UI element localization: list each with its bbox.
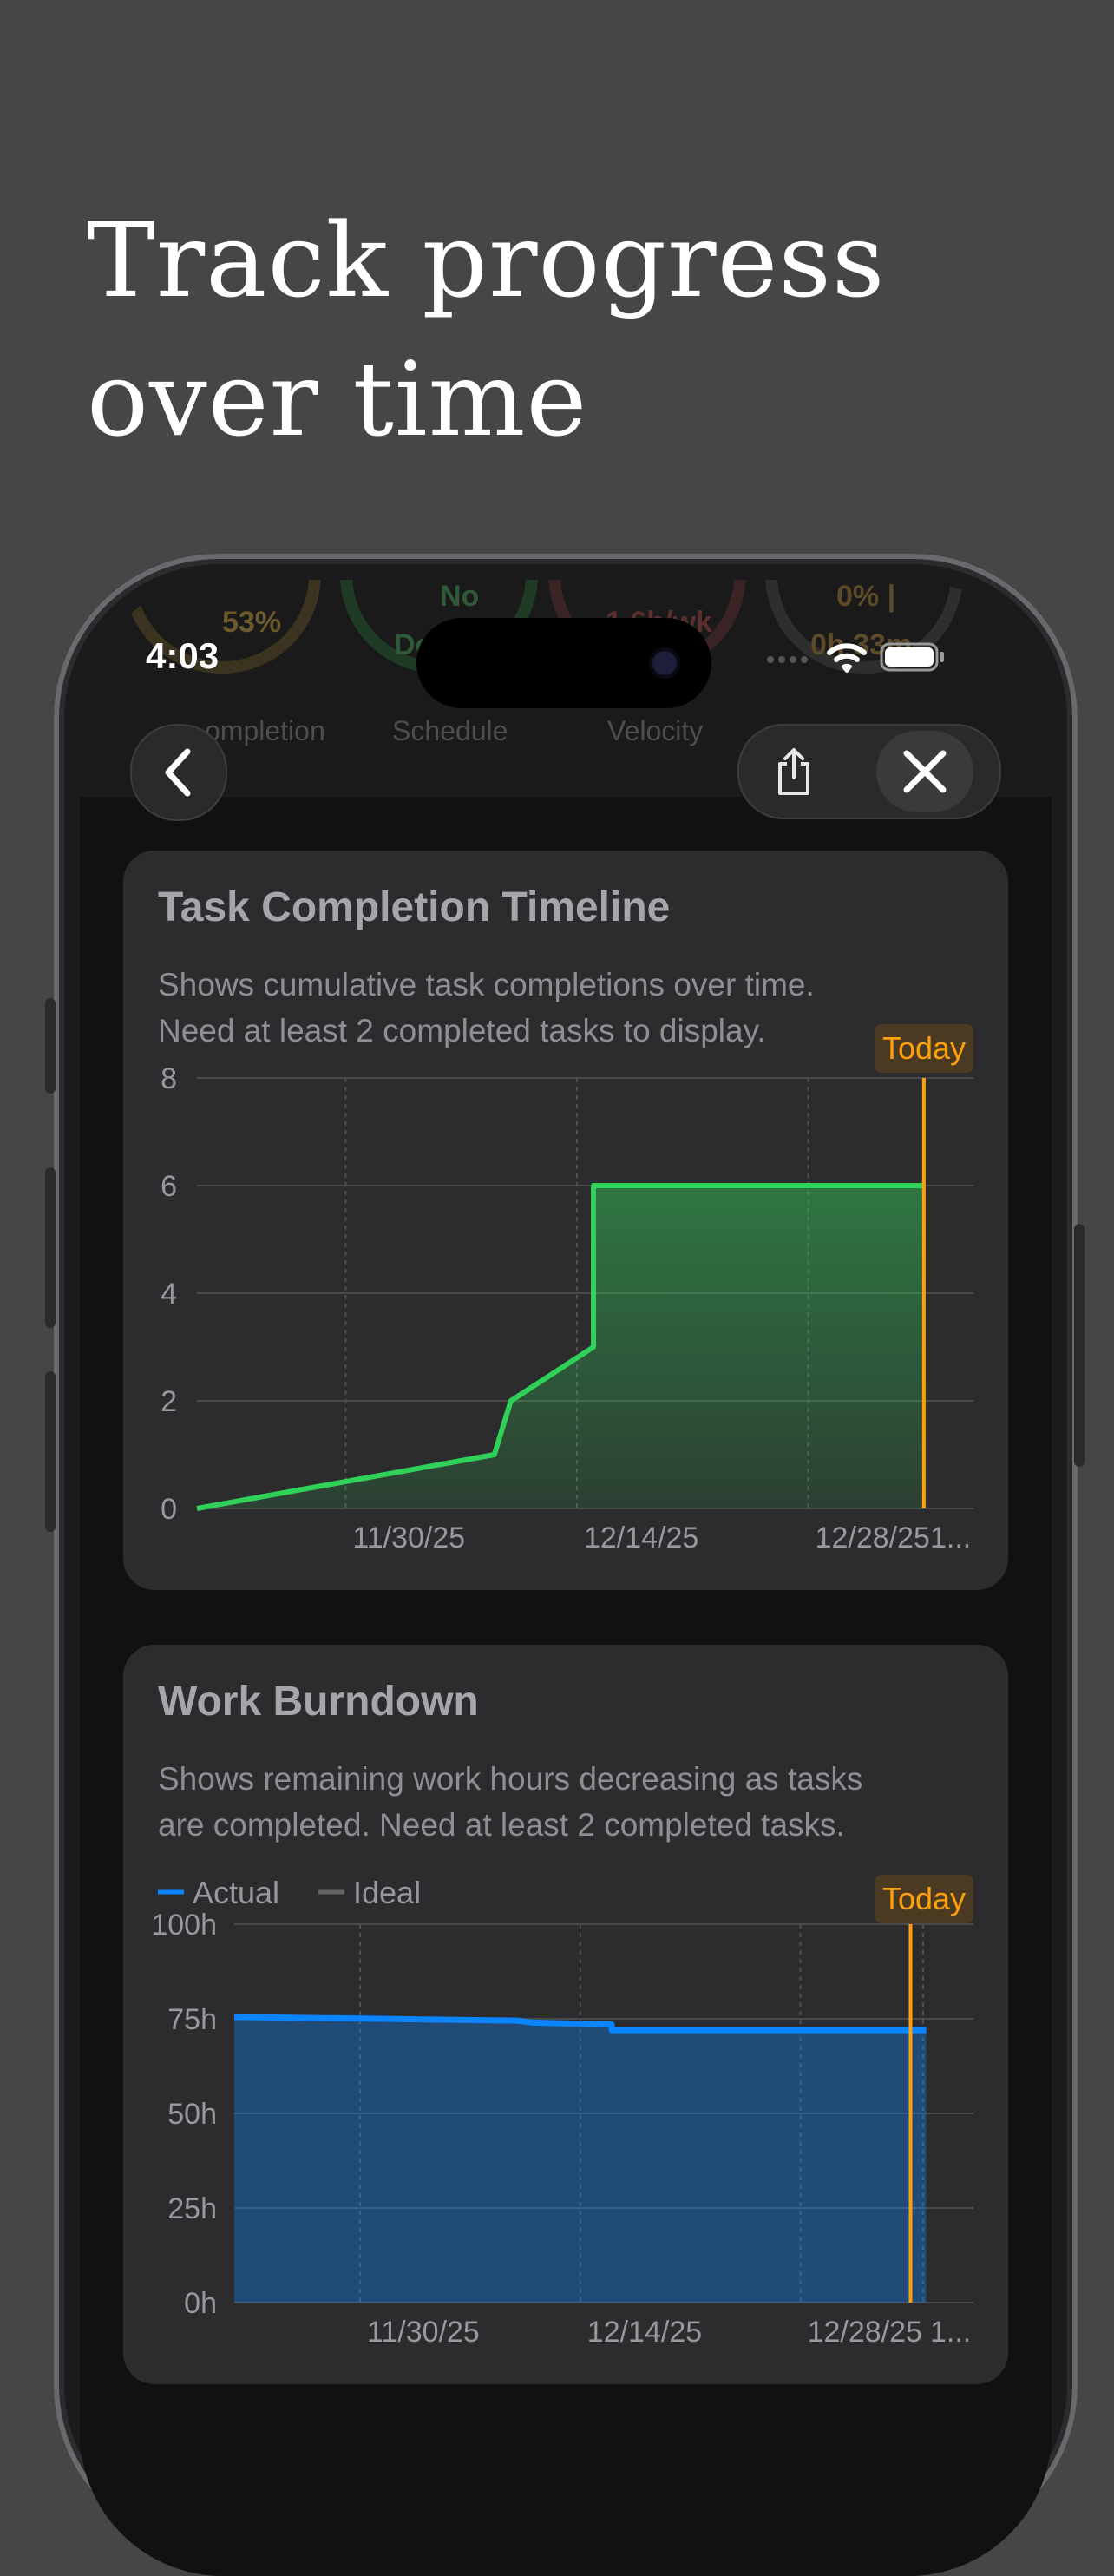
front-camera (652, 651, 677, 675)
x-tick-label: 12/28/25 (808, 2316, 922, 2349)
y-tick-label: 4 (161, 1278, 177, 1311)
task-completion-card: Task Completion Timeline Shows cumulativ… (123, 851, 1008, 1590)
wifi-icon (827, 643, 867, 673)
work-burndown-card: Work Burndown Shows remaining work hours… (123, 1645, 1008, 2384)
share-button[interactable] (762, 739, 826, 804)
action-button (45, 998, 56, 1094)
volume-up-button (45, 1167, 56, 1328)
share-icon (778, 748, 809, 795)
x-tick-label: 12/28/25 (816, 1521, 930, 1554)
legend-actual-label: Actual (193, 1875, 279, 1910)
y-tick-label: 50h (167, 2098, 217, 2131)
volume-down-button (45, 1371, 56, 1532)
x-tick-label: 1... (930, 1521, 971, 1554)
headline: Track progress over time (87, 191, 885, 469)
y-tick-label: 0h (184, 2287, 217, 2320)
work-burndown-chart: 0h 25h 50h 75h 100h 11/30/25 12/14/25 12/28/25 1… (151, 1875, 973, 2349)
headline-line-2: over time (87, 339, 588, 459)
schedule-value: No (440, 580, 480, 613)
budget-value: 0% | (836, 580, 896, 613)
y-tick-label: 75h (167, 2003, 217, 2036)
x-tick-label: 12/14/25 (584, 1521, 698, 1554)
today-label: Today (882, 1030, 966, 1066)
power-button (1074, 1224, 1085, 1467)
back-button[interactable] (130, 724, 227, 821)
y-tick-label: 25h (167, 2192, 217, 2225)
completion-value: 53% (222, 606, 282, 639)
cellular-signal-icon (767, 656, 808, 663)
series-area (197, 1186, 924, 1508)
task-completion-chart: 0 2 4 6 8 11/30/25 12/14/25 12/28/25 1... Today (161, 1024, 973, 1554)
battery-icon (880, 642, 944, 672)
today-label: Today (882, 1881, 966, 1916)
y-tick-label: 100h (151, 1909, 217, 1942)
completion-label: ompletion (205, 715, 325, 746)
y-tick-label: 6 (161, 1170, 177, 1203)
x-tick-label: 1... (930, 2316, 971, 2349)
y-tick-label: 0 (161, 1493, 177, 1526)
y-tick-label: 8 (161, 1062, 177, 1095)
schedule-label: Schedule (392, 715, 508, 746)
headline-line-1: Track progress (87, 200, 886, 320)
velocity-label: Velocity (607, 715, 704, 746)
legend-ideal-label: Ideal (353, 1875, 421, 1910)
status-time: 4:03 (146, 635, 220, 676)
x-tick-label: 11/30/25 (352, 1521, 465, 1554)
close-button[interactable] (876, 731, 973, 812)
nav-action-group (737, 724, 1001, 819)
status-icons (765, 641, 946, 674)
chevron-left-icon (165, 748, 191, 797)
x-tick-label: 12/14/25 (587, 2316, 702, 2349)
y-tick-label: 2 (161, 1385, 177, 1418)
series-area (234, 2016, 927, 2303)
close-icon (903, 750, 947, 793)
x-tick-label: 11/30/25 (367, 2316, 480, 2349)
